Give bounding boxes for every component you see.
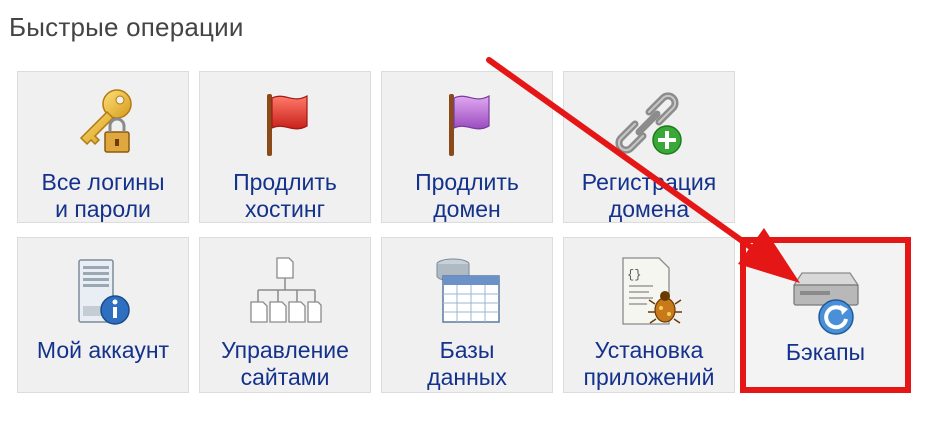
tile-extend-domain[interactable]: Продлить домен xyxy=(381,71,553,223)
tile-manage-sites[interactable]: Управление сайтами xyxy=(199,237,371,393)
sitemap-icon xyxy=(250,257,322,323)
drive-restore-icon xyxy=(792,272,859,335)
tile-label: Мой аккаунт xyxy=(36,337,170,363)
tile-label: Базы данных xyxy=(427,337,507,390)
tile-my-account[interactable]: Мой аккаунт xyxy=(17,237,189,393)
tile-register-domain[interactable]: Регистрация домена xyxy=(563,71,735,223)
tile-label: Установка приложений xyxy=(583,337,715,390)
tile-label: Управление сайтами xyxy=(221,337,349,390)
tile-install-apps[interactable]: {} Установка приложений xyxy=(563,237,735,393)
tile-label: Все логины и пароли xyxy=(41,169,165,222)
chain-add-icon xyxy=(615,92,682,155)
tile-databases[interactable]: Базы данных xyxy=(381,237,553,393)
server-info-icon xyxy=(78,259,130,325)
tile-extend-hosting[interactable]: Продлить хостинг xyxy=(199,71,371,223)
tile-label: Бэкапы xyxy=(785,339,866,365)
tile-label: Продлить хостинг xyxy=(233,169,337,222)
script-bug-icon: {} xyxy=(622,257,682,325)
database-table-icon xyxy=(436,258,500,323)
tile-backups[interactable]: Бэкапы xyxy=(740,237,911,393)
tile-label: Продлить домен xyxy=(415,169,519,222)
svg-text:{}: {} xyxy=(627,268,641,282)
key-lock-icon xyxy=(79,89,132,153)
tile-all-logins[interactable]: Все логины и пароли xyxy=(17,71,189,223)
red-flag-icon xyxy=(267,94,308,156)
section-title: Быстрые операции xyxy=(9,12,244,42)
tile-label: Регистрация домена xyxy=(581,169,717,222)
purple-flag-icon xyxy=(449,94,490,156)
